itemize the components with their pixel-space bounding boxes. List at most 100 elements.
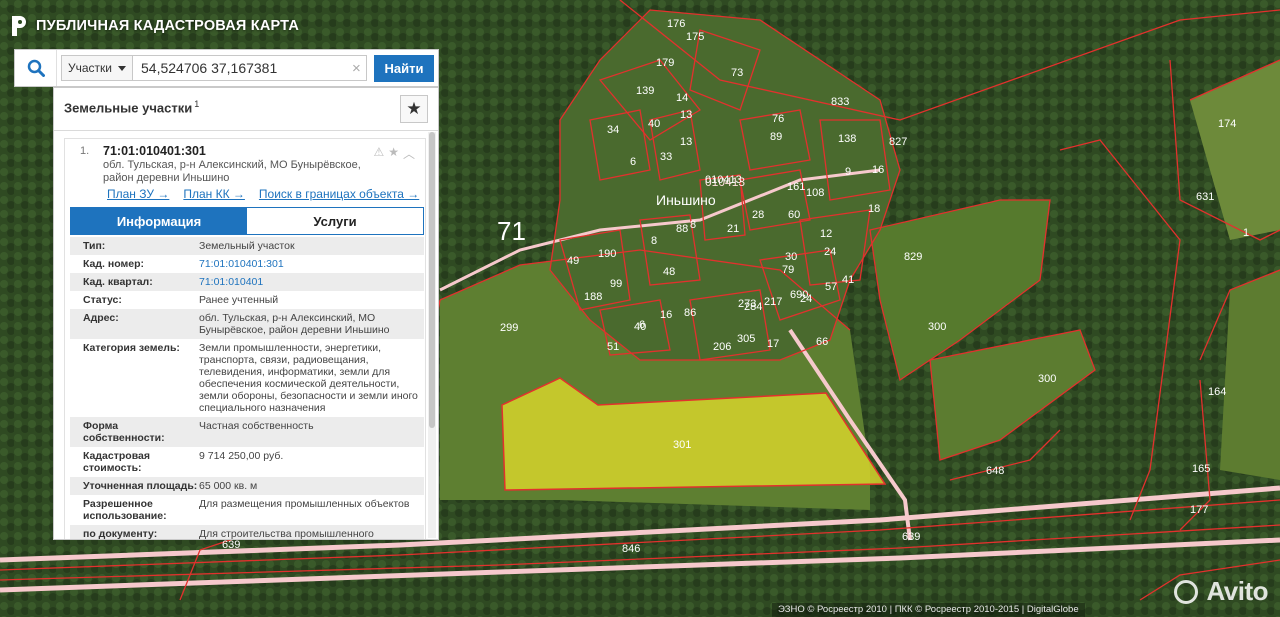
region-label: 71 xyxy=(497,216,526,246)
warning-icon[interactable]: ⚠ xyxy=(373,145,384,162)
info-key: Уточненная площадь: xyxy=(83,480,198,492)
star-icon[interactable]: ★ xyxy=(388,145,399,162)
parcel-number-label: 14 xyxy=(676,92,688,104)
parcel-number-label: 66 xyxy=(816,336,828,348)
panel-title: Земельные участки 1 xyxy=(64,99,199,115)
parcel-number-label: 99 xyxy=(610,278,622,290)
plan-zu-link[interactable]: План ЗУ → xyxy=(107,187,169,201)
panel-header: Земельные участки 1 ★ xyxy=(54,88,438,131)
info-row: Категория земель: Земли промышленности, э… xyxy=(70,339,424,417)
tab-info[interactable]: Информация xyxy=(71,208,247,234)
info-key: Форма собственности: xyxy=(83,420,165,444)
info-value: 65 000 кв. м xyxy=(199,480,258,492)
parcel-number-label: 17 xyxy=(767,338,779,350)
search-type-dropdown[interactable]: Участки xyxy=(61,55,133,81)
parcel-number-label: 217 xyxy=(764,296,782,308)
search-type-label: Участки xyxy=(68,61,112,75)
info-value: Для строительства промышленного xyxy=(199,528,374,540)
place-label: Иньшино xyxy=(656,192,716,208)
parcel-number-label: 833 xyxy=(831,96,849,108)
parcel-number-label: 60 xyxy=(788,209,800,221)
info-table: Тип: Земельный участок Кад. номер: 71:01:01… xyxy=(70,237,424,540)
item-tabs: Информация Услуги xyxy=(70,207,424,235)
info-row: Кад. квартал: 71:01:010401 xyxy=(70,273,424,291)
panel-scrollbar[interactable] xyxy=(428,132,436,538)
parcel-number-label: 305 xyxy=(737,333,755,345)
favorite-button[interactable]: ★ xyxy=(400,95,428,123)
info-row: Уточненная площадь: 65 000 кв. м xyxy=(70,477,424,495)
parcel-number-label: 8 xyxy=(651,235,657,247)
item-cad-number[interactable]: 71:01:010401:301 xyxy=(103,144,206,158)
parcel-number-label: 690 xyxy=(790,289,808,301)
parcel-number-label: 010413 xyxy=(705,174,742,186)
caret-down-icon xyxy=(118,65,126,71)
search-in-bounds-link[interactable]: Поиск в границах объекта → xyxy=(259,187,419,201)
parcel-number-label: 28 xyxy=(752,209,764,221)
avito-logo-icon xyxy=(1174,580,1198,604)
result-panel: Земельные участки 1 ★ 1. 71:01:010401:301… xyxy=(53,87,439,540)
parcel-number-label: 161 xyxy=(787,181,805,193)
result-item[interactable]: 1. 71:01:010401:301 обл. Тульская, р-н А… xyxy=(64,138,426,540)
parcel-number-label: 108 xyxy=(806,187,824,199)
parcel-number-label: 846 xyxy=(622,543,640,555)
parcel-number-label: 300 xyxy=(1038,373,1056,385)
parcel-number-label: 299 xyxy=(500,322,518,334)
tab-services[interactable]: Услуги xyxy=(247,208,423,234)
parcel-number-label: 284 xyxy=(744,301,762,313)
parcel-number-label: 206 xyxy=(713,341,731,353)
parcel-number-label: 21 xyxy=(727,223,739,235)
clear-icon[interactable]: × xyxy=(352,60,361,77)
info-key: Тип: xyxy=(83,240,106,252)
parcel-number-label: 30 xyxy=(785,251,797,263)
star-icon: ★ xyxy=(406,99,422,118)
app-title: ПУБЛИЧНАЯ КАДАСТРОВАЯ КАРТА xyxy=(36,18,299,34)
info-row: Кад. номер: 71:01:010401:301 xyxy=(70,255,424,273)
parcel-number-label: 639 xyxy=(222,539,240,551)
parcel-number-label: 24 xyxy=(824,246,836,258)
info-key: по документу: xyxy=(83,528,158,540)
parcel-number-label: 13 xyxy=(680,136,692,148)
info-value[interactable]: 71:01:010401:301 xyxy=(199,255,424,273)
parcel-number-label: 165 xyxy=(1192,463,1210,475)
parcel-number-label: 40 xyxy=(634,321,646,333)
watermark: Avito xyxy=(1206,576,1268,606)
collapse-icon[interactable]: ︿ xyxy=(403,145,415,162)
panel-scroll-area[interactable]: 1. 71:01:010401:301 обл. Тульская, р-н А… xyxy=(54,132,426,540)
info-row: по документу: Для строительства промышлен… xyxy=(70,525,424,540)
item-index: 1. xyxy=(80,145,90,157)
parcel-number-label: 188 xyxy=(584,291,602,303)
parcel-number-label: 48 xyxy=(663,266,675,278)
result-count: 1 xyxy=(194,99,200,109)
plan-kk-link[interactable]: План КК → xyxy=(183,187,245,201)
parcel-number-label: 829 xyxy=(904,251,922,263)
parcel-number-label: 40 xyxy=(648,118,660,130)
info-value[interactable]: 71:01:010401 xyxy=(199,273,424,291)
parcel-number-label: 139 xyxy=(636,85,654,97)
search-bar: Участки × Найти xyxy=(14,49,439,87)
parcel-number-label: 177 xyxy=(1190,504,1208,516)
parcel-number-label: 179 xyxy=(656,57,674,69)
search-input[interactable] xyxy=(133,55,367,81)
info-value: Земли промышленности, энергетики, трансп… xyxy=(199,342,418,414)
parcel-number-label: 175 xyxy=(686,31,704,43)
item-links: План ЗУ → План КК → Поиск в границах объ… xyxy=(107,187,419,201)
parcel-number-label: 73 xyxy=(731,67,743,79)
info-value: обл. Тульская, р-н Алексинский, МО Буныр… xyxy=(199,312,390,336)
parcel-number-label: 174 xyxy=(1218,118,1236,130)
parcel-number-label: 639 xyxy=(902,531,920,543)
search-button[interactable]: Найти xyxy=(374,55,434,82)
info-key: Разрешенное использование: xyxy=(83,498,167,522)
parcel-number-label: 16 xyxy=(660,309,672,321)
panel-title-text: Земельные участки xyxy=(64,100,193,116)
info-key: Кад. номер: xyxy=(83,258,145,270)
info-row: Тип: Земельный участок xyxy=(70,237,424,255)
parcel-number-label: 300 xyxy=(928,321,946,333)
search-icon[interactable] xyxy=(15,50,57,86)
info-key: Статус: xyxy=(83,294,122,306)
scrollbar-thumb[interactable] xyxy=(429,132,435,428)
info-row: Статус: Ранее учтенный xyxy=(70,291,424,309)
parcel-number-label: 138 xyxy=(838,133,856,145)
parcel-number-label: 190 xyxy=(598,248,616,260)
info-row: Адрес: обл. Тульская, р-н Алексинский, МО… xyxy=(70,309,424,339)
parcel-number-label: 89 xyxy=(770,131,782,143)
